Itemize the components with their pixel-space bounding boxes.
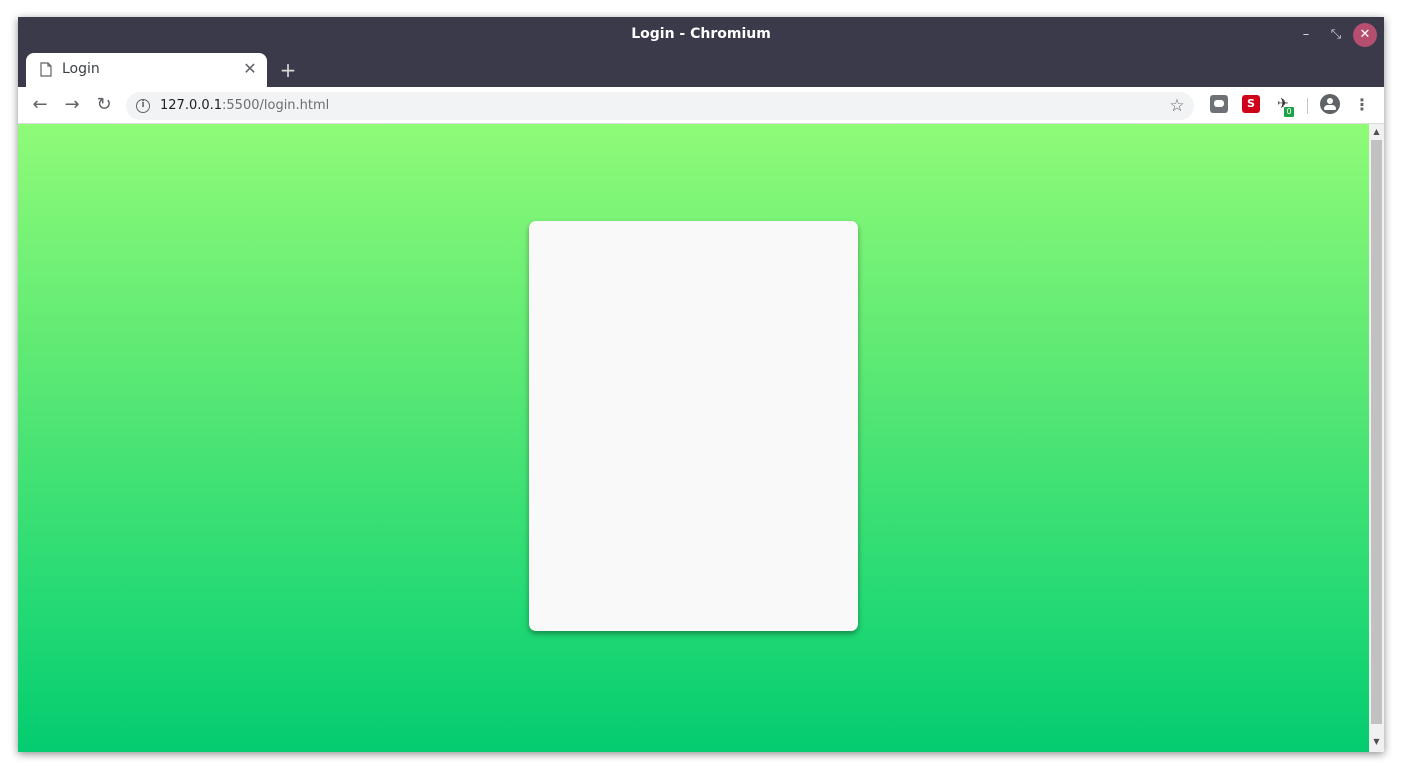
extension-badge: 0 (1284, 107, 1294, 117)
s-extension-icon[interactable]: S (1242, 95, 1260, 113)
tab-login[interactable]: Login ✕ (26, 53, 267, 87)
minimize-button[interactable]: – (1294, 23, 1318, 47)
chat-extension-icon[interactable] (1210, 95, 1228, 113)
page-viewport: ▲ ▼ (18, 124, 1384, 752)
scroll-down-arrow-icon[interactable]: ▼ (1369, 736, 1384, 748)
maximize-button[interactable]: ⤡ (1324, 23, 1348, 47)
new-tab-button[interactable]: + (277, 58, 299, 82)
browser-menu-icon[interactable]: ⋮ (1354, 93, 1370, 117)
browser-window: Login - Chromium – ⤡ ✕ Login ✕ + ← → ↻ i… (18, 17, 1384, 752)
url-path: :5500/login.html (222, 98, 330, 113)
scrollbar-thumb[interactable] (1371, 140, 1382, 724)
login-card (529, 221, 858, 631)
profile-avatar-icon[interactable] (1320, 94, 1340, 114)
window-title: Login - Chromium (631, 26, 771, 42)
title-bar: Login - Chromium – ⤡ ✕ (18, 17, 1384, 53)
tab-title: Login (62, 61, 100, 77)
url-host: 127.0.0.1 (160, 98, 223, 113)
browser-toolbar: ← → ↻ i 127.0.0.1:5500/login.html ☆ S ✈ … (18, 87, 1384, 124)
tab-close-icon[interactable]: ✕ (241, 59, 259, 79)
page-icon (40, 62, 52, 77)
scroll-up-arrow-icon[interactable]: ▲ (1369, 126, 1384, 138)
address-bar[interactable]: i 127.0.0.1:5500/login.html ☆ (126, 92, 1194, 120)
forward-button[interactable]: → (60, 93, 84, 117)
toolbar-divider (1307, 98, 1308, 114)
url-text[interactable]: 127.0.0.1:5500/login.html (160, 98, 329, 113)
bookmark-star-icon[interactable]: ☆ (1166, 95, 1188, 117)
reload-button[interactable]: ↻ (92, 93, 116, 117)
close-window-button[interactable]: ✕ (1353, 23, 1377, 47)
vertical-scrollbar[interactable]: ▲ ▼ (1369, 124, 1384, 752)
site-info-icon[interactable]: i (136, 99, 150, 113)
back-button[interactable]: ← (28, 93, 52, 117)
